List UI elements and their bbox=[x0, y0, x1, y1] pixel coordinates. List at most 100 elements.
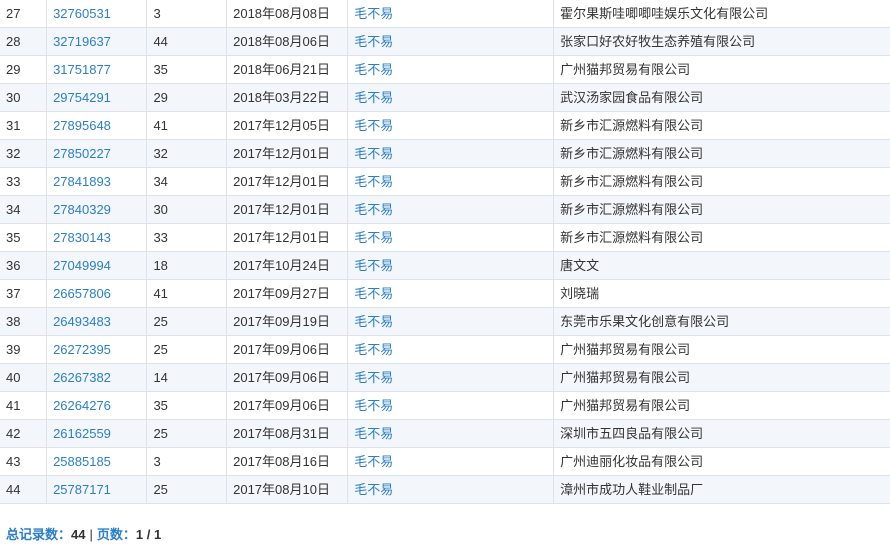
class-cell: 14 bbox=[146, 363, 228, 392]
registration-number-link[interactable]: 29754291 bbox=[53, 90, 111, 105]
trademark-name-cell: 毛不易 bbox=[354, 370, 394, 385]
trademark-name-cell: 毛不易 bbox=[354, 258, 394, 273]
registration-number-link[interactable]: 27850227 bbox=[53, 146, 111, 161]
registration-number-link[interactable]: 26264276 bbox=[53, 398, 111, 413]
applicant-cell: 张家口好农好牧生态养殖有限公司 bbox=[560, 34, 756, 49]
registration-number-link[interactable]: 32760531 bbox=[53, 6, 111, 21]
pagination-summary: 总记录数：44 | 页数：1 / 1 bbox=[6, 526, 161, 544]
class-cell: 30 bbox=[146, 195, 228, 224]
application-date-cell: 2017年12月01日 bbox=[233, 230, 330, 245]
applicant-cell: 广州猫邦贸易有限公司 bbox=[560, 62, 691, 77]
trademark-name-cell: 毛不易 bbox=[347, 391, 555, 420]
application-date-cell: 2018年08月08日 bbox=[226, 0, 349, 28]
table-row: 30 29754291 29 2018年03月22日 毛不易 武汉汤家园食品有限公司 bbox=[0, 83, 890, 112]
trademark-name-cell: 毛不易 bbox=[354, 426, 394, 441]
applicant-cell: 新乡市汇源燃料有限公司 bbox=[560, 118, 704, 133]
application-date-cell: 2017年12月01日 bbox=[226, 195, 349, 224]
applicant-cell: 新乡市汇源燃料有限公司 bbox=[560, 202, 704, 217]
trademark-name-cell: 毛不易 bbox=[354, 62, 394, 77]
table-row: 40 26267382 14 2017年09月06日 毛不易 广州猫邦贸易有限公司 bbox=[0, 363, 890, 392]
applicant-cell: 东莞市乐果文化创意有限公司 bbox=[560, 314, 730, 329]
registration-number-link[interactable]: 27895648 bbox=[53, 118, 111, 133]
class-cell: 33 bbox=[153, 230, 168, 245]
application-date-cell: 2017年09月06日 bbox=[233, 370, 330, 385]
table-row: 44 25787171 25 2017年08月10日 毛不易 漳州市成功人鞋业制品厂 bbox=[0, 475, 890, 504]
registration-number-link[interactable]: 31751877 bbox=[53, 62, 111, 77]
trademark-name-cell: 毛不易 bbox=[354, 202, 394, 217]
trademark-name-cell: 毛不易 bbox=[347, 307, 555, 336]
registration-number-link[interactable]: 27049994 bbox=[53, 258, 111, 273]
registration-number-link[interactable]: 27841893 bbox=[53, 174, 111, 189]
applicant-cell: 新乡市汇源燃料有限公司 bbox=[560, 174, 704, 189]
registration-number-link[interactable]: 26272395 bbox=[53, 342, 111, 357]
registration-number-link[interactable]: 25787171 bbox=[53, 482, 111, 497]
applicant-cell: 漳州市成功人鞋业制品厂 bbox=[560, 482, 704, 497]
registration-number-link[interactable]: 26267382 bbox=[53, 370, 111, 385]
class-cell: 25 bbox=[146, 307, 228, 336]
trademark-name-cell: 毛不易 bbox=[347, 83, 555, 112]
class-cell: 41 bbox=[146, 111, 228, 140]
class-cell: 3 bbox=[153, 454, 161, 469]
application-date-cell: 2017年12月01日 bbox=[226, 139, 349, 168]
application-date-cell: 2017年10月24日 bbox=[226, 251, 349, 280]
trademark-name-cell: 毛不易 bbox=[347, 447, 555, 476]
registration-number-link[interactable]: 27830143 bbox=[53, 230, 111, 245]
row-index-cell: 31 bbox=[6, 118, 21, 133]
application-date-cell: 2017年12月01日 bbox=[226, 167, 349, 196]
row-index-cell: 29 bbox=[0, 55, 48, 84]
application-date-cell: 2017年09月27日 bbox=[233, 286, 330, 301]
table-row: 36 27049994 18 2017年10月24日 毛不易 唐文文 bbox=[0, 251, 890, 280]
application-date-cell: 2017年08月31日 bbox=[226, 419, 349, 448]
applicant-cell: 广州猫邦贸易有限公司 bbox=[553, 55, 890, 84]
trademark-name-cell: 毛不易 bbox=[347, 111, 555, 140]
registration-number-link[interactable]: 25885185 bbox=[53, 454, 111, 469]
application-date-cell: 2017年12月01日 bbox=[233, 146, 330, 161]
applicant-cell: 广州猫邦贸易有限公司 bbox=[560, 370, 691, 385]
registration-number-link[interactable]: 26493483 bbox=[53, 314, 111, 329]
row-index-cell: 28 bbox=[6, 34, 21, 49]
class-cell: 25 bbox=[153, 426, 168, 441]
applicant-cell: 东莞市乐果文化创意有限公司 bbox=[553, 307, 890, 336]
table-row: 35 27830143 33 2017年12月01日 毛不易 新乡市汇源燃料有限公司 bbox=[0, 223, 890, 252]
class-cell: 32 bbox=[146, 139, 228, 168]
applicant-cell: 唐文文 bbox=[553, 251, 890, 280]
applicant-cell: 新乡市汇源燃料有限公司 bbox=[560, 146, 704, 161]
row-index-cell: 32 bbox=[6, 146, 21, 161]
row-index-cell: 42 bbox=[6, 426, 21, 441]
row-index-cell: 36 bbox=[0, 251, 48, 280]
trademark-name-cell: 毛不易 bbox=[354, 34, 394, 49]
class-cell: 14 bbox=[153, 370, 168, 385]
application-date-cell: 2017年09月27日 bbox=[226, 279, 349, 308]
registration-number-cell: 29754291 bbox=[46, 83, 148, 112]
application-date-cell: 2018年03月22日 bbox=[226, 83, 349, 112]
registration-number-link[interactable]: 26162559 bbox=[53, 426, 111, 441]
applicant-cell: 广州猫邦贸易有限公司 bbox=[553, 363, 890, 392]
row-index-cell: 32 bbox=[0, 139, 48, 168]
trademark-results-table: 27 32760531 3 2018年08月08日 毛不易 霍尔果斯哇唧唧哇娱乐文化有限公… bbox=[0, 0, 890, 504]
table-row: 34 27840329 30 2017年12月01日 毛不易 新乡市汇源燃料有限公司 bbox=[0, 195, 890, 224]
trademark-name-cell: 毛不易 bbox=[347, 223, 555, 252]
application-date-cell: 2017年09月06日 bbox=[226, 391, 349, 420]
application-date-cell: 2018年06月21日 bbox=[233, 62, 330, 77]
registration-number-link[interactable]: 32719637 bbox=[53, 34, 111, 49]
registration-number-cell: 27049994 bbox=[46, 251, 148, 280]
class-cell: 44 bbox=[153, 34, 168, 49]
registration-number-link[interactable]: 26657806 bbox=[53, 286, 111, 301]
row-index-cell: 30 bbox=[6, 90, 21, 105]
row-index-cell: 28 bbox=[0, 27, 48, 56]
row-index-cell: 44 bbox=[0, 475, 48, 504]
page-count-value: 1 / 1 bbox=[135, 527, 162, 542]
class-cell: 25 bbox=[153, 482, 168, 497]
row-index-cell: 38 bbox=[0, 307, 48, 336]
application-date-cell: 2017年08月10日 bbox=[233, 482, 330, 497]
applicant-cell: 新乡市汇源燃料有限公司 bbox=[553, 111, 890, 140]
table-row: 31 27895648 41 2017年12月05日 毛不易 新乡市汇源燃料有限公司 bbox=[0, 111, 890, 140]
registration-number-cell: 27841893 bbox=[46, 167, 148, 196]
registration-number-link[interactable]: 27840329 bbox=[53, 202, 111, 217]
class-cell: 29 bbox=[146, 83, 228, 112]
application-date-cell: 2018年08月06日 bbox=[233, 34, 330, 49]
class-cell: 3 bbox=[146, 447, 228, 476]
class-cell: 35 bbox=[153, 398, 168, 413]
class-cell: 25 bbox=[153, 342, 168, 357]
row-index-cell: 38 bbox=[6, 314, 21, 329]
